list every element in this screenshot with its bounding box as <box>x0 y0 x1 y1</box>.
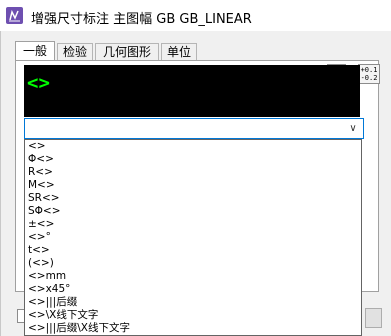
tab-geometry-label: 几何图形 <box>102 45 151 59</box>
dropdown-item[interactable]: ±<> <box>25 218 361 231</box>
chevron-down-icon[interactable]: ∨ <box>345 120 361 137</box>
tab-geometry[interactable]: 几何图形 <box>95 43 159 60</box>
title-bar[interactable]: 增强尺寸标注 主图幅 GB GB_LINEAR <box>0 0 391 31</box>
dropdown-item[interactable]: <> <box>25 140 361 153</box>
bottom-button[interactable] <box>365 308 382 328</box>
dropdown-item[interactable]: <>° <box>25 231 361 244</box>
dropdown-item[interactable]: <>\X线下文字 <box>25 309 361 322</box>
dropdown-item[interactable]: <>|||后缀 <box>25 296 361 309</box>
dropdown-item[interactable]: R<> <box>25 166 361 179</box>
dropdown-item[interactable]: t<> <box>25 244 361 257</box>
dropdown-item[interactable]: Φ<> <box>25 153 361 166</box>
dropdown-item[interactable]: <>x45° <box>25 283 361 296</box>
tab-general-active-label: 一般 <box>22 44 47 58</box>
dimension-format-dropdown[interactable]: <> Φ<> R<> M<> SR<> SΦ<> ±<> <>° t<> (<>… <box>24 139 362 336</box>
dimension-format-combo[interactable]: ∨ <box>24 118 364 139</box>
tolerance-lower-label: -0.2 <box>360 74 378 82</box>
dropdown-item[interactable]: <>|||后缀\X线下文字 <box>25 322 361 335</box>
tolerance-upper-label: +0.1 <box>360 66 378 74</box>
tab-units-label: 单位 <box>166 45 191 59</box>
dimension-text-preview[interactable]: <> <box>24 65 360 117</box>
tab-check-label: 检验 <box>62 45 87 59</box>
dropdown-item[interactable]: M<> <box>25 179 361 192</box>
window-title: 增强尺寸标注 主图幅 GB GB_LINEAR <box>31 12 252 27</box>
tab-units[interactable]: 单位 <box>161 43 197 60</box>
tab-general-active[interactable]: 一般 <box>15 41 55 61</box>
dropdown-item[interactable]: <>mm <box>25 270 361 283</box>
dropdown-item[interactable]: SΦ<> <box>25 205 361 218</box>
tab-check[interactable]: 检验 <box>57 43 93 60</box>
deviation-tolerance-button[interactable]: +0.1 -0.2 <box>358 64 380 84</box>
dimension-app-icon <box>6 7 23 24</box>
preview-text: <> <box>27 72 50 94</box>
dropdown-item[interactable]: (<>) <box>25 257 361 270</box>
dropdown-item[interactable]: SR<> <box>25 192 361 205</box>
